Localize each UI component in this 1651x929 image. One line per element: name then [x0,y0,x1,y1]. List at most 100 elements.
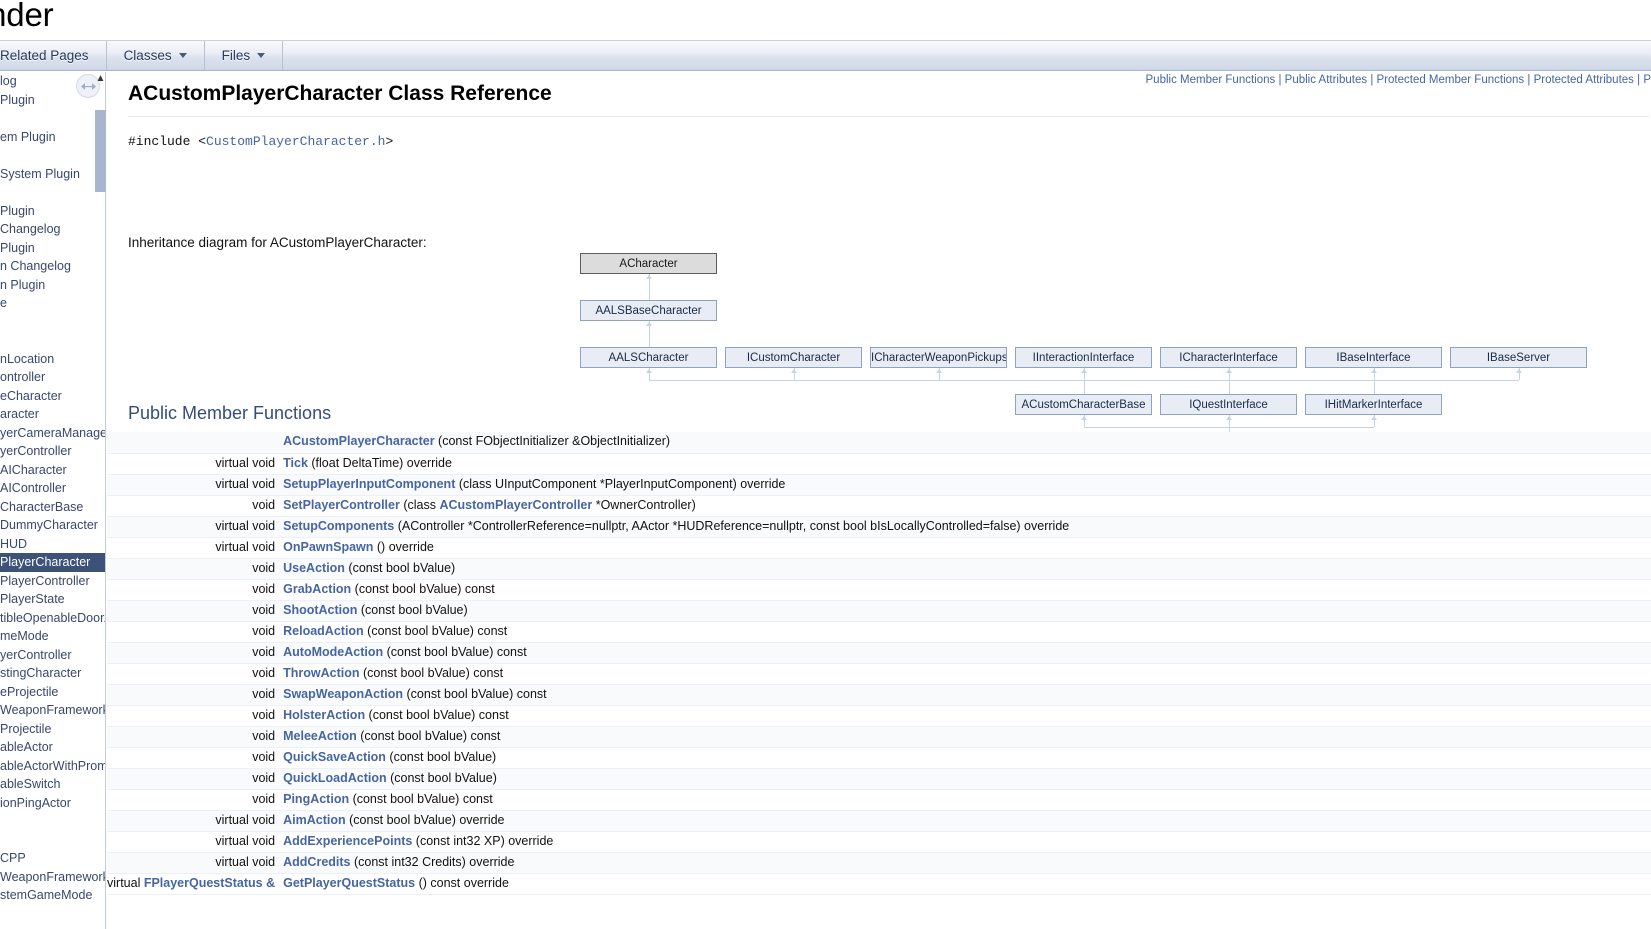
sidebar-item-ableactor[interactable]: ableActor [0,738,105,757]
diagram-node-iinteractioninterface[interactable]: IInteractionInterface [1015,347,1152,368]
tab-files[interactable]: Files [205,41,284,70]
sidebar-scrollbar-thumb[interactable] [95,110,106,192]
member-name-link[interactable]: SwapWeaponAction [283,687,403,701]
table-row: virtual void AddCredits (const int32 Cred… [107,852,1651,874]
sidebar-item-ableactorwithprompt[interactable]: ableActorWithPrompt [0,757,105,776]
sidebar-item-cpp[interactable]: CPP [0,849,105,868]
member-name-link[interactable]: GrabAction [283,582,351,596]
sidebar-item-memode[interactable]: meMode [0,627,105,646]
diagram-node-aalscharacter[interactable]: AALSCharacter [580,347,717,368]
sidebar-item-n-changelog[interactable]: n Changelog [0,257,105,276]
member-return-type: virtual void [107,537,284,559]
member-name-link[interactable]: GetPlayerQuestStatus [283,876,415,890]
member-name-link[interactable]: ReloadAction [283,624,364,638]
sidebar-item-playerstate[interactable]: PlayerState [0,590,105,609]
sidebar-item-changelog[interactable]: Changelog [0,220,105,239]
member-name-link[interactable]: AutoModeAction [283,645,383,659]
diagram-node-icustomcharacter[interactable]: ICustomCharacter [725,347,862,368]
sidebar-item-playercontroller[interactable]: PlayerController [0,572,105,591]
tab-classes[interactable]: Classes [107,41,205,70]
sidebar-item-stingcharacter[interactable]: stingCharacter [0,664,105,683]
sidebar-item-em-plugin[interactable]: em Plugin [0,128,105,147]
diagram-node-ihitmarkerinterface[interactable]: IHitMarkerInterface [1305,394,1442,415]
member-return-type-text: void [252,770,276,785]
diagram-node-icharacterinterface[interactable]: ICharacterInterface [1160,347,1297,368]
member-return-type-link[interactable]: FPlayerQuestStatus & [144,876,275,890]
member-name-link[interactable]: QuickLoadAction [283,771,386,785]
member-name-link[interactable]: Tick [283,456,308,470]
diagram-node-ibaseserver[interactable]: IBaseServer [1450,347,1587,368]
member-name-link[interactable]: UseAction [283,561,345,575]
sidebar-item-echaracter[interactable]: eCharacter [0,387,105,406]
sidebar-item-ionpingactor[interactable]: ionPingActor [0,794,105,813]
sidebar-item-characterbase[interactable]: CharacterBase [0,498,105,517]
sidebar-item-projectile[interactable]: Projectile [0,720,105,739]
sidebar-item-weaponframework[interactable]: WeaponFramework [0,868,105,887]
member-name-link[interactable]: QuickSaveAction [283,750,386,764]
sidebar-item-e[interactable]: e [0,294,105,313]
sidebar-item-plugin[interactable]: Plugin [0,202,105,221]
member-signature: QuickLoadAction (const bool bValue) [283,768,1651,790]
member-name-link[interactable]: ThrowAction [283,666,359,680]
member-arguments: (const bool bValue) const [383,644,527,659]
diagram-node-ibaseinterface[interactable]: IBaseInterface [1305,347,1442,368]
member-name-link[interactable]: MeleeAction [283,729,357,743]
sidebar-item-hud[interactable]: HUD [0,535,105,554]
sidebar-item-nlocation[interactable]: nLocation [0,350,105,369]
member-name-link[interactable]: ShootAction [283,603,357,617]
member-name-link[interactable]: SetupPlayerInputComponent [283,477,455,491]
include-keyword: #include [128,134,199,149]
sidebar-item-aracter[interactable]: aracter [0,405,105,424]
member-name-link[interactable]: AimAction [283,813,346,827]
member-arguments: () override [373,539,434,554]
member-return-type-text: void [252,602,276,617]
diagram-node-acharacter[interactable]: ACharacter [580,253,717,274]
sidebar-item-dummycharacter[interactable]: DummyCharacter [0,516,105,535]
diagram-node-label: ICustomCharacter [746,352,841,364]
sidebar-item-system-plugin[interactable]: System Plugin [0,165,105,184]
sidebar-nav-tree[interactable]: log Plugin em Plugin System Plugin Plugin Ch… [0,72,106,929]
diagram-arrow-acustomcharacterbase-final [1080,416,1087,420]
sidebar-item-n-plugin[interactable]: n Plugin [0,276,105,295]
sidebar-item-tibleopenabledooracto[interactable]: tibleOpenableDoorActo [0,609,105,628]
sidebar-item-label: n Changelog [0,259,71,273]
sidebar-item-aicharacter[interactable]: AICharacter [0,461,105,480]
sidebar-item-ontroller[interactable]: ontroller [0,368,105,387]
member-signature: UseAction (const bool bValue) [283,558,1651,580]
diagram-node-iquestinterface[interactable]: IQuestInterface [1160,394,1297,415]
sidebar-item-stemgamemode[interactable]: stemGameMode [0,886,105,905]
sidebar-item-eprojectile[interactable]: eProjectile [0,683,105,702]
member-arguments: (const int32 Credits) override [350,854,515,869]
sidebar-scroll-up-icon[interactable]: ▲ [95,73,106,85]
tab-bar-filler [283,41,1651,70]
member-name-link[interactable]: AddCredits [283,855,350,869]
diagram-node-icharacterweaponpickups[interactable]: ICharacterWeaponPickups [870,347,1007,368]
sidebar-item-yercontroller[interactable]: yerController [0,646,105,665]
member-argument-type-link[interactable]: ACustomPlayerController [439,498,592,512]
member-name-link[interactable]: SetPlayerController [283,498,400,512]
include-file-link[interactable]: CustomPlayerCharacter.h [206,134,385,149]
sidebar-item-aicontroller[interactable]: AIController [0,479,105,498]
sidebar-item-playercharacter[interactable]: PlayerCharacter [0,553,105,572]
member-name-link[interactable]: SetupComponents [283,519,394,533]
tab-related-pages[interactable]: Related Pages [0,41,107,70]
diagram-node-acustomcharacterbase[interactable]: ACustomCharacterBase [1015,394,1152,415]
sidebar-item-yercameramanager[interactable]: yerCameraManager [0,424,105,443]
sidebar-item-plugin[interactable]: Plugin [0,239,105,258]
include-bracket-close: > [385,134,394,149]
diagram-bus-tier3b [1083,380,1519,381]
member-arguments: (class UInputComponent *PlayerInputCompo… [455,476,786,491]
page-title: ACustomPlayerCharacter Class Reference [128,82,1649,117]
member-name-link[interactable]: AddExperiencePoints [283,834,412,848]
sidebar-item-weaponframework[interactable]: WeaponFramework [0,701,105,720]
member-name-link[interactable]: OnPawnSpawn [283,540,373,554]
member-name-link[interactable]: PingAction [283,792,349,806]
member-name-link[interactable]: HolsterAction [283,708,365,722]
sidebar-item-yercontroller[interactable]: yerController [0,442,105,461]
sidebar-item-label: em Plugin [0,129,56,144]
member-name-link[interactable]: ACustomPlayerCharacter [283,434,434,448]
member-return-type: void [107,495,284,517]
member-return-type: virtual void [107,453,284,475]
diagram-node-aalsbasecharacter[interactable]: AALSBaseCharacter [580,300,717,321]
sidebar-item-ableswitch[interactable]: ableSwitch [0,775,105,794]
